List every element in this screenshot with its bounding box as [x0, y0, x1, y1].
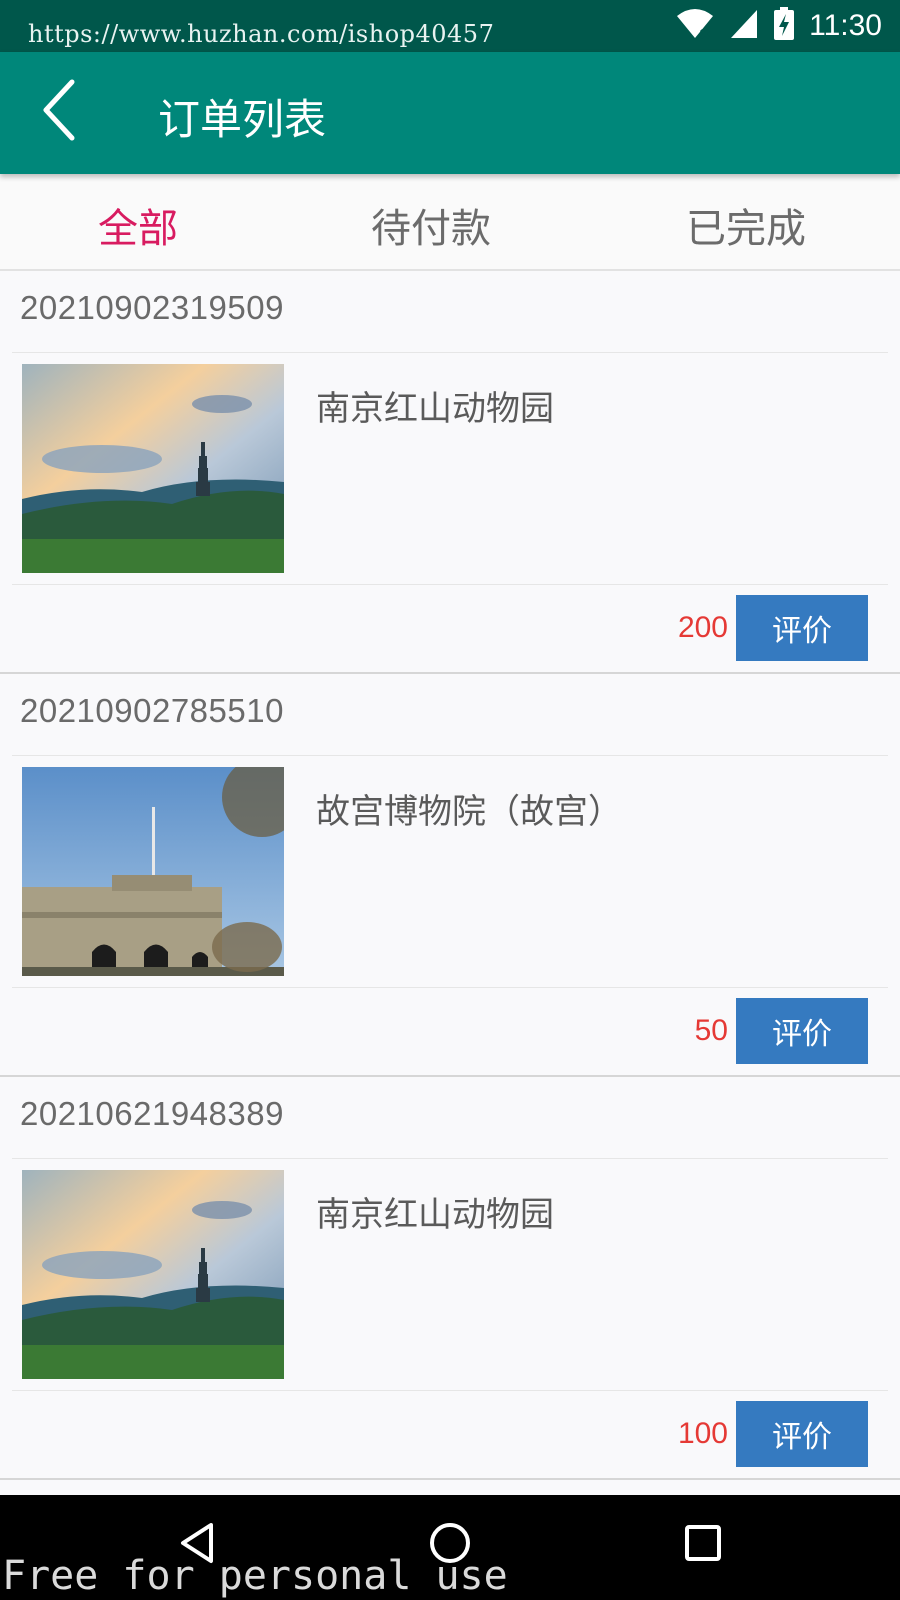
status-bar: https://www.huzhan.com/ishop40457 11:30	[0, 0, 900, 52]
status-icons: 11:30	[675, 7, 882, 45]
status-time: 11:30	[809, 9, 882, 42]
historic-building-photo[interactable]	[22, 767, 284, 976]
recents-square-icon	[683, 1523, 723, 1567]
order-number: 20210902785510	[20, 692, 284, 729]
order-tabs: 全部 待付款 已完成	[0, 174, 900, 271]
divider	[12, 987, 888, 988]
nav-back-button[interactable]	[162, 1515, 232, 1575]
battery-charging-icon	[773, 7, 795, 45]
pagoda-landscape-photo[interactable]	[22, 364, 284, 573]
status-url: https://www.huzhan.com/ishop40457	[28, 20, 495, 48]
review-button[interactable]: 评价	[736, 1401, 868, 1467]
cellular-signal-icon	[729, 8, 759, 44]
nav-home-button[interactable]	[415, 1515, 485, 1575]
system-nav-bar	[0, 1495, 900, 1600]
home-circle-icon	[428, 1521, 472, 1569]
app-toolbar: 订单列表	[0, 52, 900, 174]
tab-completed[interactable]: 已完成	[686, 196, 806, 254]
wifi-icon	[675, 8, 715, 44]
order-card: 20210902319509 南京红山动物园 200 评价	[0, 271, 900, 674]
divider	[12, 1158, 888, 1159]
attraction-name[interactable]: 南京红山动物园	[316, 1187, 554, 1236]
tab-all[interactable]: 全部	[98, 196, 178, 254]
pagoda-landscape-photo[interactable]	[22, 1170, 284, 1379]
tab-pending-payment[interactable]: 待付款	[371, 196, 491, 254]
order-number: 20210902319509	[20, 289, 284, 326]
divider	[12, 755, 888, 756]
order-card: 20210621948389 南京红山动物园 100 评价	[0, 1077, 900, 1480]
page-title: 订单列表	[158, 95, 327, 144]
review-button[interactable]: 评价	[736, 595, 868, 661]
order-list: 20210902319509 南京红山动物园 200 评价 2021090278…	[0, 271, 900, 1480]
back-triangle-icon	[177, 1521, 217, 1569]
order-price: 50	[694, 1014, 728, 1047]
attraction-name[interactable]: 故宫博物院（故宫）	[316, 784, 622, 833]
chevron-left-icon	[38, 78, 78, 146]
divider	[12, 584, 888, 585]
order-card: 20210902785510 故宫博物院（故宫） 50 评价	[0, 674, 900, 1077]
attraction-name[interactable]: 南京红山动物园	[316, 381, 554, 430]
divider	[12, 1390, 888, 1391]
back-button[interactable]	[30, 74, 86, 150]
order-price: 200	[677, 611, 728, 644]
order-number: 20210621948389	[20, 1095, 284, 1132]
order-price: 100	[677, 1417, 728, 1450]
review-button[interactable]: 评价	[736, 998, 868, 1064]
divider	[12, 352, 888, 353]
nav-recents-button[interactable]	[668, 1515, 738, 1575]
